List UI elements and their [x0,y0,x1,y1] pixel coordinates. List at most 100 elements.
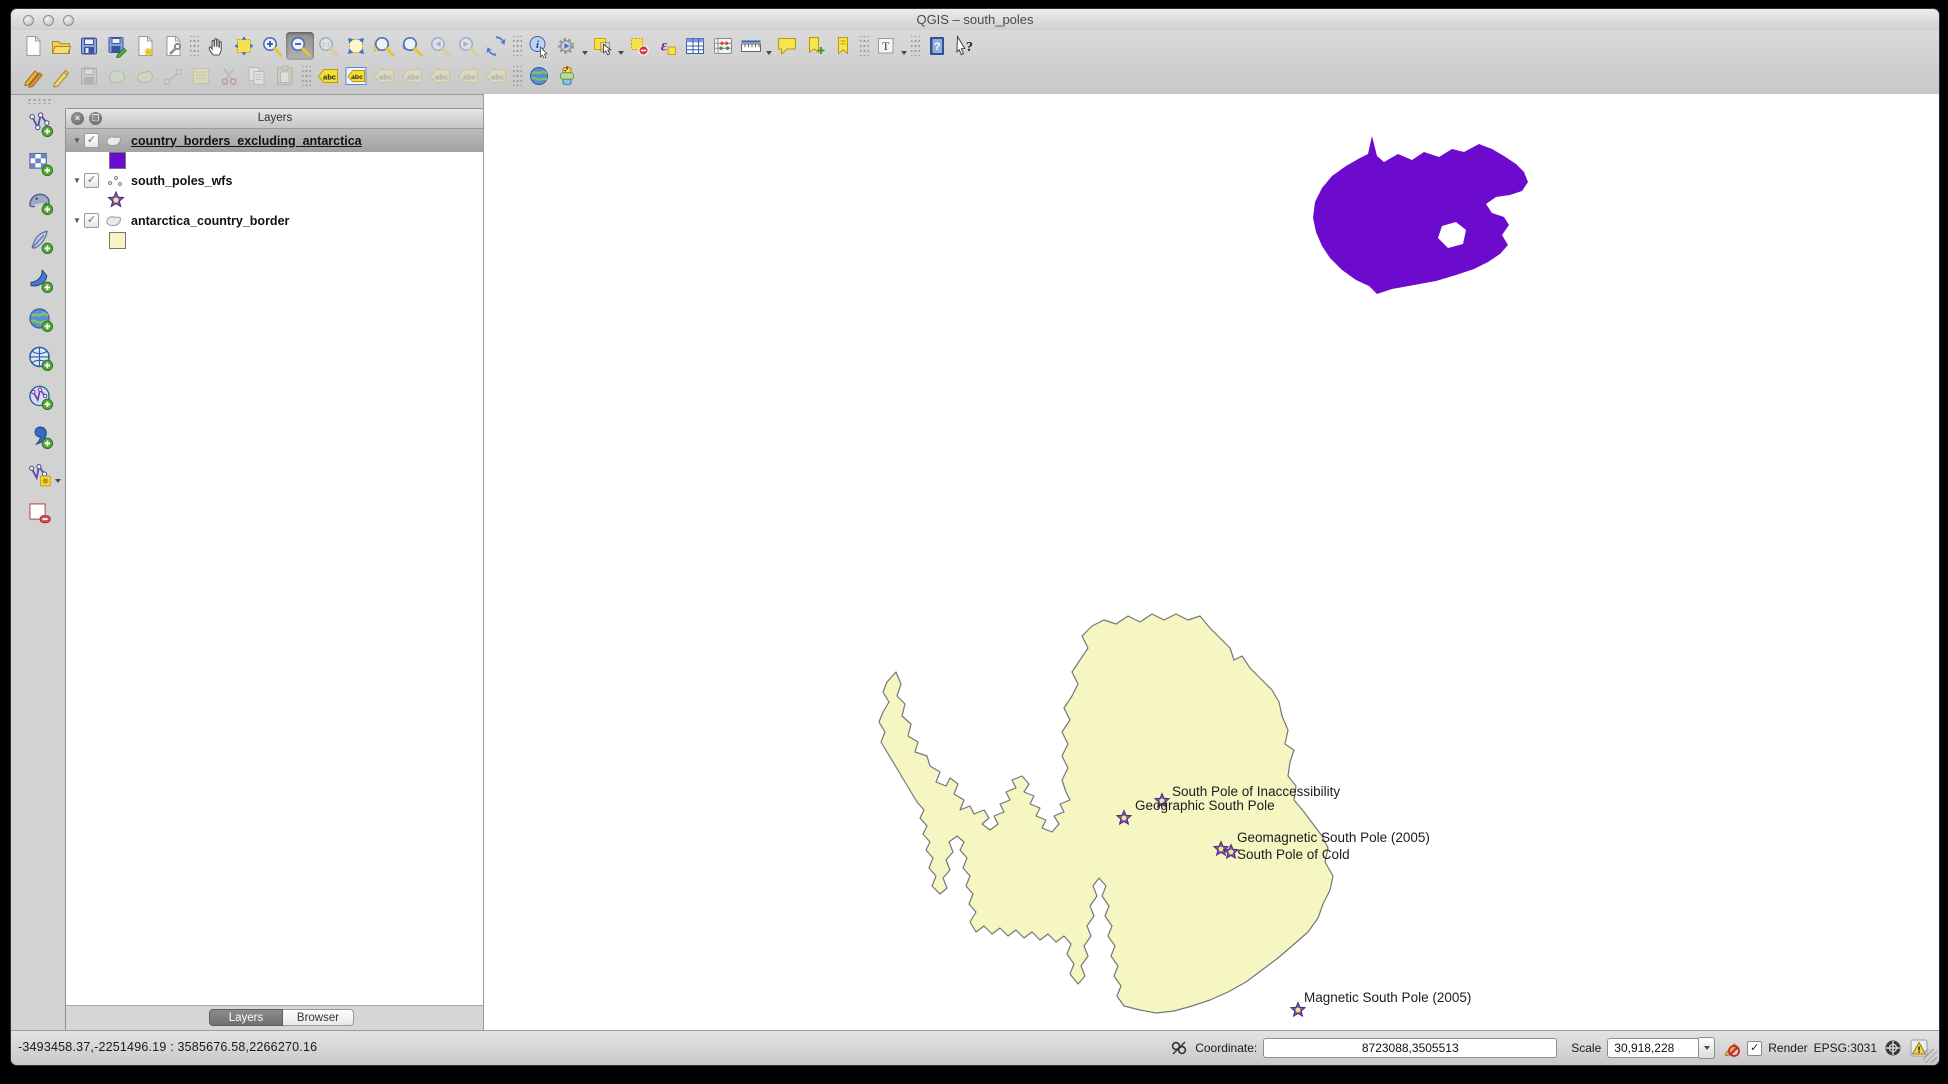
add-postgis-layer-icon[interactable] [24,186,54,216]
change-label-properties-icon: abc [482,62,510,90]
python-console-icon[interactable] [553,62,581,90]
labeling-icon[interactable]: abc [314,62,342,90]
status-bar: -3493458.37,-2251496.19 : 3585676.58,226… [11,1030,1939,1065]
plugin-globe-icon[interactable] [525,62,553,90]
map-canvas[interactable]: South Pole of InaccessibilityGeographic … [483,94,1939,1031]
layer-item-antarctica_country_border[interactable]: ▼✓antarctica_country_border [66,209,484,232]
composer-manager-icon[interactable] [159,32,187,60]
crs-status-label: EPSG:3031 [1814,1041,1877,1055]
star-marker [1291,1003,1305,1017]
add-delimited-text-layer-icon[interactable] [24,420,54,450]
map-tips-icon[interactable] [773,32,801,60]
svg-text:abc: abc [351,74,363,81]
zoom-out-icon[interactable] [286,32,314,60]
toolbar-drag-handle[interactable] [27,98,51,104]
add-spatialite-layer-icon[interactable] [24,225,54,255]
zoom-last-icon [426,32,454,60]
add-wms-layer-icon[interactable] [24,303,54,333]
map-label: Geomagnetic South Pole (2005) [1237,830,1430,845]
tab-browser[interactable]: Browser [283,1009,354,1026]
move-label-icon: abc [426,62,454,90]
map-label: South Pole of Cold [1237,847,1350,862]
deselect-features-icon[interactable] [625,32,653,60]
identify-features-icon[interactable]: i [525,32,553,60]
layer-item-country_borders_excluding_antarctica[interactable]: ▼✓country_borders_excluding_antarctica [66,129,484,152]
scale-combobox[interactable]: 30,918,228 [1607,1037,1715,1059]
zoom-full-icon[interactable] [342,32,370,60]
svg-text:abc: abc [379,73,392,82]
zoom-to-selection-icon[interactable] [370,32,398,60]
layer-visibility-checkbox[interactable]: ✓ [84,173,99,188]
toolbar-separator [860,36,869,56]
run-feature-action-dropdown-icon[interactable] [582,51,588,55]
layer-visibility-checkbox[interactable]: ✓ [84,133,99,148]
current-edits-icon[interactable] [19,62,47,90]
open-attribute-table-icon[interactable] [681,32,709,60]
polygon-layer-icon [105,213,125,229]
help-contents-icon[interactable]: ? [923,32,951,60]
save-project-icon[interactable] [75,32,103,60]
svg-text:abc: abc [407,73,420,82]
coordinate-label: Coordinate: [1195,1041,1257,1055]
new-shapefile-layer-icon[interactable] [24,459,54,489]
symbology-swatch[interactable] [109,232,126,249]
show-bookmarks-icon[interactable] [829,32,857,60]
text-annotation-icon[interactable]: T [872,32,900,60]
add-feature-icon [103,62,131,90]
expand-triangle-icon[interactable]: ▼ [70,176,84,185]
measure-line-icon[interactable] [737,32,765,60]
toggle-editing-icon[interactable] [47,62,75,90]
symbology-swatch[interactable] [109,152,126,169]
mouse-position-icon[interactable] [1169,1038,1189,1058]
expand-triangle-icon[interactable]: ▼ [70,136,84,145]
coordinate-input[interactable]: 8723088,3505513 [1263,1038,1557,1058]
stop-render-icon[interactable] [1721,1038,1741,1058]
symbology-star-swatch[interactable] [106,190,126,210]
add-raster-layer-icon[interactable] [24,147,54,177]
add-mssql-layer-icon[interactable] [24,264,54,294]
measure-line-dropdown-icon[interactable] [766,51,772,55]
svg-text:abc: abc [435,73,448,82]
scale-value[interactable]: 30,918,228 [1607,1038,1699,1058]
save-project-as-icon[interactable] [103,32,131,60]
scale-dropdown-icon[interactable] [1699,1037,1715,1059]
label-highlight-icon[interactable]: abc [342,62,370,90]
resize-grip[interactable] [1923,1049,1937,1063]
crs-status-icon[interactable] [1883,1038,1903,1058]
select-by-expression-icon[interactable]: ε [653,32,681,60]
pan-to-selection-icon[interactable] [230,32,258,60]
layer-symbology-row [66,152,484,169]
add-wfs-layer-icon[interactable] [24,381,54,411]
field-calculator-icon[interactable] [709,32,737,60]
layer-item-south_poles_wfs[interactable]: ▼✓south_poles_wfs [66,169,484,192]
point-layer-icon [105,173,125,189]
render-checkbox[interactable]: ✓ [1747,1041,1762,1056]
pan-map-icon[interactable] [202,32,230,60]
map-render: South Pole of InaccessibilityGeographic … [484,94,1940,1031]
layers-panel: × ❐ Layers ▼✓country_borders_excluding_a… [65,108,485,1031]
remove-layer-icon[interactable] [24,498,54,528]
new-project-icon[interactable] [19,32,47,60]
run-feature-action-icon[interactable] [553,32,581,60]
select-features-icon[interactable] [589,32,617,60]
new-bookmark-icon[interactable] [801,32,829,60]
open-project-icon[interactable] [47,32,75,60]
expand-triangle-icon[interactable]: ▼ [70,216,84,225]
whats-this-icon[interactable]: ? [951,32,979,60]
layer-visibility-checkbox[interactable]: ✓ [84,213,99,228]
zoom-to-layer-icon[interactable] [398,32,426,60]
text-annotation-dropdown-icon[interactable] [901,51,907,55]
title-bar[interactable]: QGIS – south_poles [11,9,1939,31]
refresh-map-icon[interactable] [482,32,510,60]
add-vector-layer-icon[interactable] [24,108,54,138]
layer-symbology-row [66,192,484,209]
new-layer-dropdown-icon[interactable] [55,479,61,483]
zoom-in-icon[interactable] [258,32,286,60]
tab-layers[interactable]: Layers [209,1009,283,1026]
new-print-composer-icon[interactable] [131,32,159,60]
add-wcs-layer-icon[interactable] [24,342,54,372]
svg-text:abc: abc [463,73,476,82]
toolbar-separator [190,36,199,56]
cut-features-icon [215,62,243,90]
select-features-dropdown-icon[interactable] [618,51,624,55]
